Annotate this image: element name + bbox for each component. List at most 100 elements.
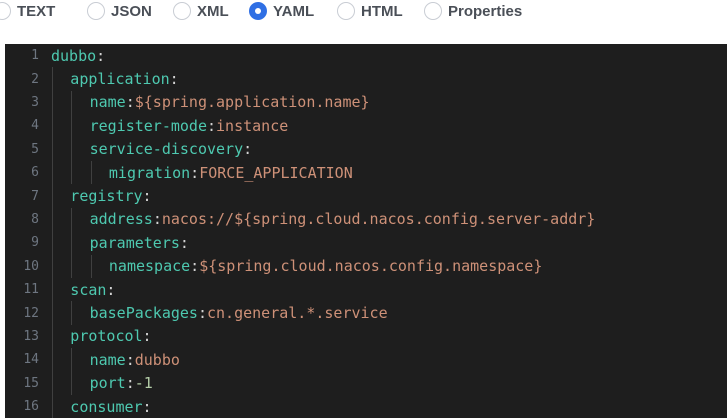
indent-guide: [52, 371, 53, 395]
yaml-colon: :: [190, 163, 200, 182]
indent-guide: [52, 348, 53, 372]
format-option-label: HTML: [361, 2, 403, 20]
indent-guide: [52, 161, 53, 185]
format-selector-bar: TEXT JSON XML YAML HTML Properties: [0, 0, 727, 22]
yaml-colon: :: [106, 280, 116, 299]
line-number: 7: [31, 188, 39, 204]
format-option-label: Properties: [448, 2, 523, 20]
yaml-key: address: [89, 210, 153, 229]
line-number: 13: [23, 328, 39, 344]
yaml-key: migration: [108, 163, 191, 182]
code-content: protocol:: [51, 324, 152, 349]
yaml-key: scan: [70, 280, 107, 299]
line-number: 6: [31, 165, 39, 181]
line-number: 10: [23, 258, 39, 274]
indent-guide: [71, 161, 73, 185]
yaml-value: ${spring.application.name}: [134, 93, 370, 112]
code-line[interactable]: 5 service-discovery:: [5, 137, 705, 161]
code-content: name: ${spring.application.name}: [51, 90, 370, 115]
radio-checked-icon[interactable]: [249, 2, 267, 20]
indent-guide: [52, 324, 53, 349]
line-number: 1: [31, 48, 39, 64]
yaml-colon: :: [125, 350, 135, 369]
code-content: dubbo:: [51, 44, 105, 67]
code-content: application:: [51, 67, 179, 91]
code-line[interactable]: 2 application:: [5, 67, 705, 91]
code-line[interactable]: 15 port: -1: [5, 371, 705, 395]
line-number: 4: [31, 118, 39, 134]
indent-guide: [52, 90, 53, 115]
code-content: name: dubbo: [51, 348, 180, 372]
indent-guide: [71, 207, 73, 232]
yaml-colon: :: [142, 327, 152, 346]
indent-guide: [71, 371, 73, 395]
yaml-key: port: [89, 374, 126, 393]
radio-unchecked-icon[interactable]: [173, 2, 191, 20]
code-content: register-mode: instance: [51, 114, 289, 138]
code-line[interactable]: 9 parameters:: [5, 231, 705, 255]
format-option-yaml[interactable]: YAML: [249, 0, 314, 22]
yaml-value: FORCE_APPLICATION: [199, 163, 353, 182]
yaml-value: -1: [134, 374, 153, 393]
yaml-colon: :: [142, 397, 152, 416]
indent-guide: [52, 184, 53, 208]
code-content: namespace: ${spring.cloud.nacos.config.n…: [51, 254, 543, 278]
code-content: address: nacos://${spring.cloud.nacos.co…: [51, 207, 596, 232]
radio-unchecked-icon[interactable]: [0, 2, 11, 20]
code-line[interactable]: 1 dubbo:: [5, 44, 705, 67]
code-content: parameters:: [51, 231, 189, 255]
format-option-html[interactable]: HTML: [337, 0, 403, 22]
yaml-colon: :: [179, 233, 189, 252]
yaml-value: ${spring.cloud.nacos.config.namespace}: [199, 257, 543, 276]
code-content: port: -1: [51, 371, 153, 395]
radio-unchecked-icon[interactable]: [87, 2, 105, 20]
format-option-xml[interactable]: XML: [173, 0, 229, 22]
code-content: scan:: [51, 278, 116, 302]
yaml-colon: :: [152, 210, 162, 229]
indent-guide: [52, 278, 53, 302]
indent-guide: [71, 348, 73, 372]
line-number: 9: [31, 235, 39, 251]
yaml-value: nacos://${spring.cloud.nacos.config.serv…: [161, 210, 596, 229]
yaml-key: protocol: [70, 327, 143, 346]
indent-guide: [52, 114, 53, 138]
indent-guide: [71, 137, 73, 161]
indent-guide: [52, 254, 53, 278]
code-line[interactable]: 3 name: ${spring.application.name}: [5, 90, 705, 115]
indent-guide: [71, 301, 73, 325]
line-number: 5: [31, 141, 39, 157]
yaml-value: cn.general.*.service: [207, 304, 388, 323]
code-line[interactable]: 14 name: dubbo: [5, 348, 705, 372]
code-line[interactable]: 10 namespace: ${spring.cloud.nacos.config…: [5, 254, 705, 278]
code-line[interactable]: 6 migration: FORCE_APPLICATION: [5, 161, 705, 185]
editor-scrollbar[interactable]: [713, 44, 727, 418]
radio-unchecked-icon[interactable]: [424, 2, 442, 20]
code-line[interactable]: 16 consumer:: [5, 395, 705, 418]
yaml-colon: :: [142, 187, 152, 206]
format-option-label: JSON: [111, 2, 152, 20]
yaml-code-editor[interactable]: 1 dubbo: 2 application: 3 name: ${spring.appl…: [5, 44, 727, 418]
yaml-colon: :: [96, 46, 106, 65]
indent-guide: [52, 301, 53, 325]
format-option-label: YAML: [273, 2, 315, 20]
code-line[interactable]: 13 protocol:: [5, 324, 705, 349]
indent-guide: [52, 207, 53, 232]
indent-guide: [71, 231, 73, 255]
code-line[interactable]: 12 basePackages: cn.general.*.service: [5, 301, 705, 325]
yaml-colon: :: [169, 70, 179, 89]
code-line[interactable]: 7 registry:: [5, 184, 705, 208]
line-number: 8: [31, 211, 39, 227]
code-content: consumer:: [51, 395, 152, 418]
format-option-json[interactable]: JSON: [87, 0, 152, 22]
yaml-value: instance: [216, 116, 289, 135]
code-line[interactable]: 11 scan:: [5, 278, 705, 302]
code-line[interactable]: 8 address: nacos://${spring.cloud.nacos.c…: [5, 207, 705, 232]
format-option-properties[interactable]: Properties: [424, 0, 522, 22]
indent-guide: [90, 161, 92, 185]
indent-guide: [71, 90, 73, 115]
indent-guide: [90, 254, 92, 278]
format-option-text[interactable]: TEXT: [0, 0, 55, 22]
code-line[interactable]: 4 register-mode: instance: [5, 114, 705, 138]
radio-unchecked-icon[interactable]: [337, 2, 355, 20]
code-content: registry:: [51, 184, 152, 208]
